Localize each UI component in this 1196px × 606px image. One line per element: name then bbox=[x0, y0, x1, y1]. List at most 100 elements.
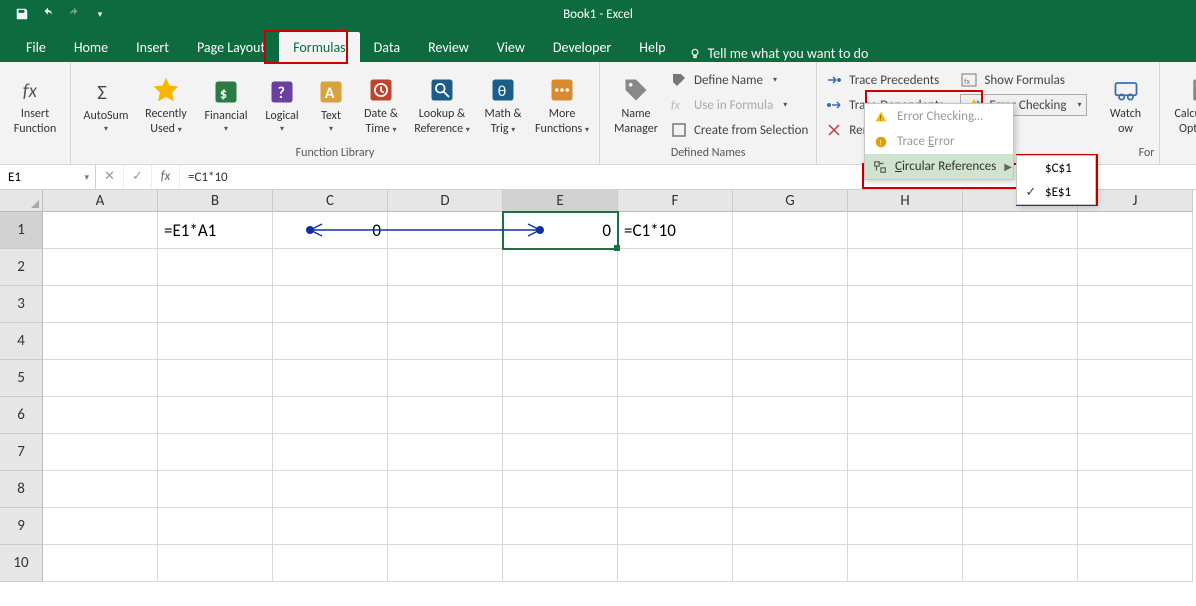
financial-button[interactable]: $Financial▾ bbox=[199, 76, 253, 134]
tab-formulas[interactable]: Formulas bbox=[279, 32, 359, 62]
cell-G1[interactable] bbox=[733, 212, 848, 249]
create-from-selection-button[interactable]: Create from Selection bbox=[670, 119, 808, 141]
row-3[interactable]: 3 bbox=[0, 286, 43, 323]
cell-B1[interactable]: =E1*A1 bbox=[158, 212, 273, 249]
cell-A2[interactable] bbox=[43, 249, 158, 286]
svg-text:!: ! bbox=[879, 113, 881, 122]
row-6[interactable]: 6 bbox=[0, 397, 43, 434]
trace-precedents-button[interactable]: Trace Precedents bbox=[825, 69, 946, 91]
col-H[interactable]: H bbox=[848, 190, 963, 212]
menu-trace-error[interactable]: ! Trace Error bbox=[865, 129, 1013, 154]
watch-icon bbox=[1110, 74, 1142, 106]
cell-H1[interactable] bbox=[848, 212, 963, 249]
show-formulas-button[interactable]: fxShow Formulas bbox=[960, 69, 1086, 91]
qat-customize-icon[interactable]: ▾ bbox=[88, 3, 112, 25]
tab-data[interactable]: Data bbox=[360, 32, 414, 62]
undo-icon[interactable] bbox=[36, 3, 60, 25]
text-icon: A bbox=[315, 76, 347, 108]
svg-text:?: ? bbox=[278, 84, 285, 103]
logical-button[interactable]: ?Logical▾ bbox=[259, 76, 305, 134]
watch-window-button[interactable]: Watchow bbox=[1101, 74, 1151, 136]
menu-error-checking[interactable]: ! Error Checking… bbox=[865, 104, 1013, 129]
more-icon bbox=[546, 74, 578, 106]
col-B[interactable]: B bbox=[158, 190, 273, 212]
tab-page-layout[interactable]: Page Layout bbox=[183, 32, 279, 62]
error-checking-menu: ! Error Checking… ! Trace Error Circular… bbox=[864, 103, 1014, 180]
cell-C1[interactable]: 0 bbox=[273, 212, 388, 249]
name-manager-button[interactable]: NameManager bbox=[608, 74, 664, 136]
chevron-right-icon: ▶ bbox=[1004, 160, 1012, 173]
col-C[interactable]: C bbox=[273, 190, 388, 212]
circ-ref-c1[interactable]: $C$1 bbox=[1017, 156, 1095, 180]
error-check-small-icon: ! bbox=[873, 109, 889, 125]
row-2[interactable]: 2 bbox=[0, 249, 43, 286]
svg-text:fx: fx bbox=[964, 77, 970, 87]
fx-small-icon[interactable]: fx bbox=[152, 165, 180, 189]
name-box[interactable]: E1 bbox=[0, 165, 96, 189]
row-8[interactable]: 8 bbox=[0, 471, 43, 508]
function-library-label: Function Library bbox=[71, 144, 599, 164]
col-F[interactable]: F bbox=[618, 190, 733, 212]
define-name-button[interactable]: Define Name▾ bbox=[670, 69, 808, 91]
menu-circular-references[interactable]: Circular References ▶ bbox=[865, 154, 1013, 179]
tell-me-label: Tell me what you want to do bbox=[708, 45, 869, 62]
cell-A1[interactable] bbox=[43, 212, 158, 249]
row-5[interactable]: 5 bbox=[0, 360, 43, 397]
cell-I1[interactable] bbox=[963, 212, 1078, 249]
col-A[interactable]: A bbox=[43, 190, 158, 212]
math-button[interactable]: θMath &Trig ▾ bbox=[479, 74, 527, 136]
more-functions-button[interactable]: MoreFunctions ▾ bbox=[533, 74, 591, 136]
cell-F1[interactable]: =C1*10 bbox=[618, 212, 733, 249]
ribbon-tabs: File Home Insert Page Layout Formulas Da… bbox=[0, 28, 1196, 62]
col-D[interactable]: D bbox=[388, 190, 503, 212]
col-E[interactable]: E bbox=[503, 190, 618, 212]
remove-arrows-icon bbox=[825, 122, 843, 138]
autosum-button[interactable]: ΣAutoSum▾ bbox=[79, 76, 133, 134]
cell-D1[interactable] bbox=[388, 212, 503, 249]
tag-icon bbox=[620, 74, 652, 106]
tab-developer[interactable]: Developer bbox=[539, 32, 625, 62]
svg-text:!: ! bbox=[879, 139, 882, 148]
tab-file[interactable]: File bbox=[12, 32, 60, 62]
insert-function-l1: Insert bbox=[21, 108, 49, 121]
sigma-icon: Σ bbox=[90, 76, 122, 108]
save-icon[interactable] bbox=[10, 3, 34, 25]
cells-grid: =E1*A1 0 0 =C1*10 bbox=[43, 212, 1193, 582]
tab-home[interactable]: Home bbox=[60, 32, 122, 62]
star-icon bbox=[150, 74, 182, 106]
row-headers: 1 2 3 4 5 6 7 8 9 10 bbox=[0, 212, 43, 582]
calculation-options-button[interactable]: CalculationOptions ▾ bbox=[1168, 74, 1196, 136]
use-in-formula-button[interactable]: fxUse in Formula▾ bbox=[670, 94, 808, 116]
tab-view[interactable]: View bbox=[483, 32, 539, 62]
row-7[interactable]: 7 bbox=[0, 434, 43, 471]
cancel-icon[interactable]: ✕ bbox=[96, 165, 124, 189]
tab-help[interactable]: Help bbox=[625, 32, 679, 62]
formula-bar-buttons: ✕ ✓ fx bbox=[96, 165, 180, 189]
date-time-button[interactable]: Date &Time ▾ bbox=[357, 74, 405, 136]
svg-text:$: $ bbox=[220, 85, 227, 102]
title-bar: ▾ Book1 - Excel bbox=[0, 0, 1196, 28]
text-button[interactable]: AText▾ bbox=[311, 76, 351, 134]
cell-E1[interactable]: 0 bbox=[503, 212, 618, 249]
tab-insert[interactable]: Insert bbox=[122, 32, 183, 62]
select-all-corner[interactable] bbox=[0, 190, 43, 212]
row-9[interactable]: 9 bbox=[0, 508, 43, 545]
row-1[interactable]: 1 bbox=[0, 212, 43, 249]
redo-icon[interactable] bbox=[62, 3, 86, 25]
cell-J1[interactable] bbox=[1078, 212, 1193, 249]
row-10[interactable]: 10 bbox=[0, 545, 43, 582]
enter-icon[interactable]: ✓ bbox=[124, 165, 152, 189]
tab-review[interactable]: Review bbox=[414, 32, 483, 62]
row-4[interactable]: 4 bbox=[0, 323, 43, 360]
fx-icon: fx bbox=[19, 74, 51, 106]
lookup-button[interactable]: Lookup &Reference ▾ bbox=[411, 74, 473, 136]
recently-used-button[interactable]: RecentlyUsed ▾ bbox=[139, 74, 193, 136]
check-icon: ✓ bbox=[1023, 185, 1039, 200]
insert-function-button[interactable]: fx Insert Function bbox=[8, 74, 62, 136]
tell-me[interactable]: Tell me what you want to do bbox=[688, 45, 869, 62]
col-G[interactable]: G bbox=[733, 190, 848, 212]
svg-text:fx: fx bbox=[23, 80, 38, 103]
circ-ref-e1[interactable]: ✓$E$1 bbox=[1017, 180, 1095, 204]
dependents-icon bbox=[825, 97, 843, 113]
svg-text:fx: fx bbox=[671, 99, 681, 113]
